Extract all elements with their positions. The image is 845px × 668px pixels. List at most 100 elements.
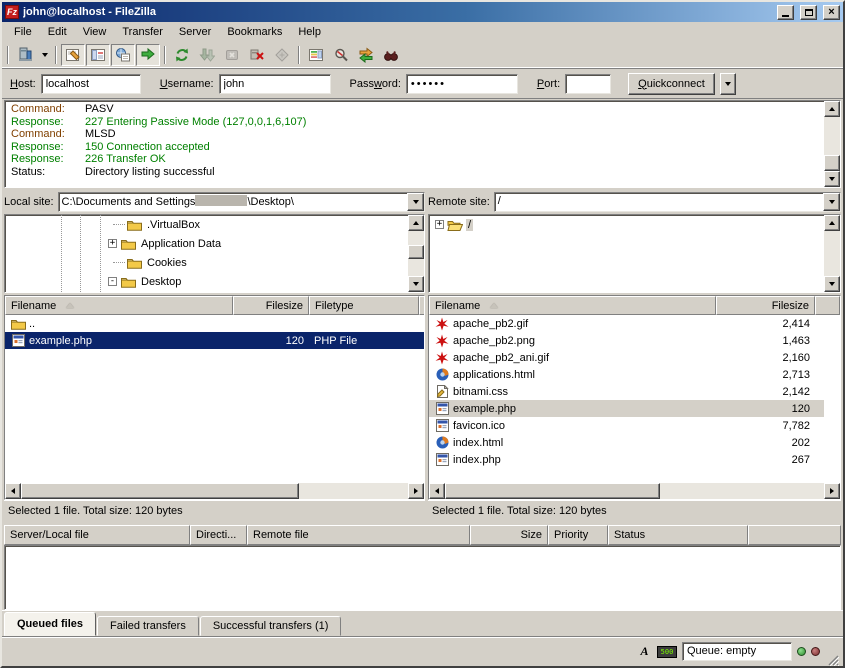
- scroll-left-icon[interactable]: [5, 483, 21, 499]
- disconnect-button[interactable]: [245, 44, 269, 66]
- queue-status-text: Queue: empty: [682, 642, 792, 661]
- column-header-server-local-file[interactable]: Server/Local file: [4, 525, 190, 545]
- column-header-status[interactable]: Status: [608, 525, 748, 545]
- column-header-priority[interactable]: Priority: [548, 525, 608, 545]
- local-path-combo[interactable]: C:\Documents and Settings\Desktop\: [58, 192, 425, 212]
- directory-comparison-button[interactable]: [304, 44, 328, 66]
- process-queue-button[interactable]: [195, 44, 219, 66]
- expand-icon[interactable]: +: [108, 239, 117, 248]
- tab-queued-files[interactable]: Queued files: [4, 612, 96, 636]
- local-h-scrollbar[interactable]: [5, 483, 424, 499]
- scrollbar-thumb[interactable]: [21, 483, 299, 499]
- scroll-up-icon[interactable]: [408, 215, 424, 231]
- scroll-down-icon[interactable]: [824, 276, 840, 292]
- scroll-left-icon[interactable]: [429, 483, 445, 499]
- quickconnect-button[interactable]: Quickconnect: [628, 73, 715, 95]
- menu-transfer[interactable]: Transfer: [114, 24, 171, 40]
- column-header-filesize[interactable]: Filesize: [716, 296, 815, 315]
- scroll-right-icon[interactable]: [824, 483, 840, 499]
- menu-file[interactable]: File: [6, 24, 40, 40]
- scroll-down-icon[interactable]: [408, 276, 424, 292]
- file-row[interactable]: index.php 267: [429, 451, 824, 468]
- column-header-direction[interactable]: Directi...: [190, 525, 247, 545]
- filter-button[interactable]: [329, 44, 353, 66]
- find-files-button[interactable]: [379, 44, 403, 66]
- file-row[interactable]: index.html 202: [429, 434, 824, 451]
- remote-tree-scrollbar[interactable]: [824, 215, 840, 292]
- maximize-button[interactable]: [800, 5, 817, 20]
- username-input[interactable]: [219, 74, 331, 94]
- menu-server[interactable]: Server: [171, 24, 219, 40]
- site-manager-button[interactable]: [13, 44, 37, 66]
- message-log[interactable]: Command:PASV Response:227 Entering Passi…: [4, 100, 841, 188]
- quickconnect-dropdown[interactable]: [720, 73, 736, 95]
- scroll-right-icon[interactable]: [408, 483, 424, 499]
- minimize-icon: [782, 15, 789, 17]
- speed-limits-icon[interactable]: 500: [657, 646, 677, 658]
- toggle-local-tree-button[interactable]: [86, 44, 110, 66]
- local-tree-scrollbar[interactable]: [408, 215, 424, 292]
- collapse-icon[interactable]: -: [108, 277, 117, 286]
- toggle-remote-tree-button[interactable]: [111, 44, 135, 66]
- tree-item-virtualbox[interactable]: .VirtualBox: [5, 215, 424, 234]
- remote-path-dropdown[interactable]: [823, 193, 840, 211]
- column-header-filename[interactable]: Filename: [429, 296, 716, 315]
- tree-item-root[interactable]: + /: [429, 215, 840, 234]
- scroll-down-icon[interactable]: [824, 171, 840, 187]
- close-button[interactable]: ×: [823, 5, 840, 20]
- transfer-type-icon[interactable]: A: [637, 644, 652, 659]
- expand-icon[interactable]: +: [435, 220, 444, 229]
- file-row[interactable]: apache_pb2.gif 2,414: [429, 315, 824, 332]
- remote-path-combo[interactable]: /: [494, 192, 841, 212]
- host-input[interactable]: [41, 74, 141, 94]
- column-header-filename[interactable]: Filename: [5, 296, 233, 315]
- scrollbar-thumb[interactable]: [445, 483, 660, 499]
- password-input[interactable]: [406, 74, 518, 94]
- port-input[interactable]: [565, 74, 611, 94]
- menu-bookmarks[interactable]: Bookmarks: [219, 24, 290, 40]
- scroll-up-icon[interactable]: [824, 101, 840, 117]
- remote-h-scrollbar[interactable]: [429, 483, 840, 499]
- file-row-selected[interactable]: example.php 120: [429, 400, 824, 417]
- refresh-button[interactable]: [170, 44, 194, 66]
- log-scrollbar[interactable]: [824, 101, 840, 187]
- file-row[interactable]: apache_pb2_ani.gif 2,160: [429, 349, 824, 366]
- column-header-filesize[interactable]: Filesize: [233, 296, 309, 315]
- synchronized-browsing-button[interactable]: [354, 44, 378, 66]
- tab-failed-transfers[interactable]: Failed transfers: [97, 616, 199, 636]
- tree-item-application-data[interactable]: + Application Data: [5, 234, 424, 253]
- tree-item-cookies[interactable]: Cookies: [5, 253, 424, 272]
- remote-list-body[interactable]: apache_pb2.gif 2,414 apache_pb2.png 1,46…: [429, 315, 824, 483]
- file-row[interactable]: bitnami.css 2,142: [429, 383, 824, 400]
- reconnect-button[interactable]: [270, 44, 294, 66]
- menu-edit[interactable]: Edit: [40, 24, 75, 40]
- column-header-filetype[interactable]: Filetype: [309, 296, 419, 315]
- toggle-queue-button[interactable]: [136, 44, 160, 66]
- local-list-body[interactable]: .. example.php 120 PHP File 1: [5, 315, 424, 483]
- file-row[interactable]: apache_pb2.png 1,463: [429, 332, 824, 349]
- file-row[interactable]: favicon.ico 7,782: [429, 417, 824, 434]
- minimize-button[interactable]: [777, 5, 794, 20]
- tree-item-desktop[interactable]: - Desktop: [5, 272, 424, 291]
- remote-tree[interactable]: + /: [428, 214, 841, 293]
- scrollbar-thumb[interactable]: [408, 245, 424, 259]
- file-row-parent-dir[interactable]: ..: [5, 315, 424, 332]
- menu-help[interactable]: Help: [290, 24, 329, 40]
- menu-view[interactable]: View: [75, 24, 115, 40]
- scroll-up-icon[interactable]: [824, 215, 840, 231]
- column-header-remote-file[interactable]: Remote file: [247, 525, 470, 545]
- tab-successful-transfers[interactable]: Successful transfers (1): [200, 616, 342, 636]
- file-row-example-php[interactable]: example.php 120 PHP File 1: [5, 332, 424, 349]
- queue-body[interactable]: [4, 545, 841, 610]
- column-header-size[interactable]: Size: [470, 525, 548, 545]
- resize-grip[interactable]: [825, 652, 839, 666]
- folder-icon: [120, 275, 136, 289]
- local-path-dropdown[interactable]: [407, 193, 424, 211]
- cancel-button[interactable]: [220, 44, 244, 66]
- toggle-message-log-button[interactable]: [61, 44, 85, 66]
- local-tree[interactable]: .VirtualBox + Application Data Cookies -…: [4, 214, 425, 293]
- file-row[interactable]: applications.html 2,713: [429, 366, 824, 383]
- scrollbar-thumb[interactable]: [824, 155, 840, 171]
- title-bar[interactable]: Fz john@localhost - FileZilla ×: [2, 2, 843, 22]
- site-manager-dropdown[interactable]: [38, 44, 51, 66]
